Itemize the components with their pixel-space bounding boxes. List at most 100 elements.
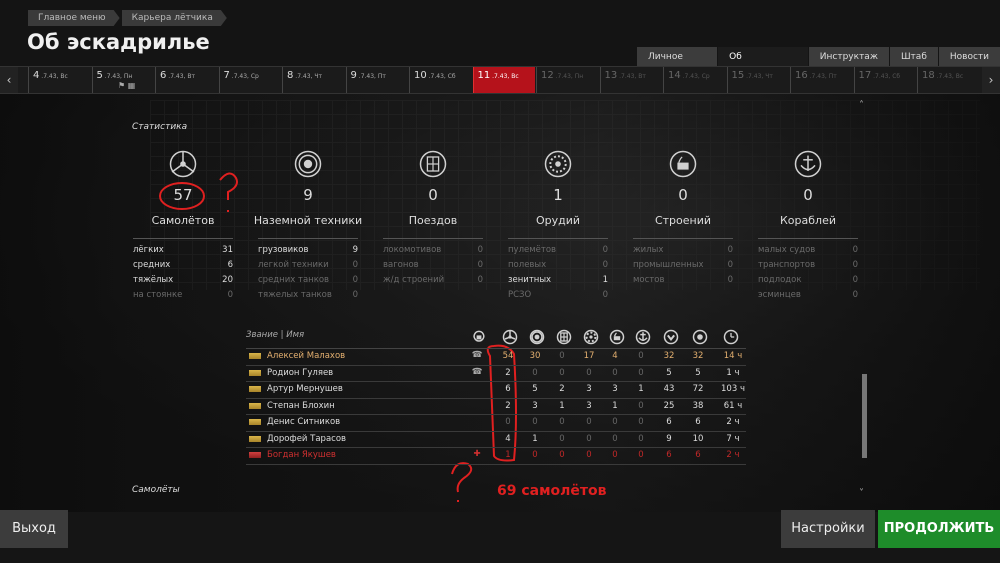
stat-breakdown-row: средних танков 0 — [258, 273, 358, 288]
timeline-day-16[interactable]: 16 .7.43, Пт — [790, 67, 852, 93]
scroll-up-icon[interactable]: ˄ — [859, 100, 864, 111]
breakdown-value: 0 — [352, 275, 358, 285]
stat-breakdown-row: промышленных 0 — [633, 258, 733, 273]
breakdown-value: 0 — [727, 275, 733, 285]
train-icon — [419, 150, 447, 178]
roster-cell: 5 — [666, 367, 672, 378]
breakdown-value: 0 — [852, 290, 858, 300]
roster-cell: 2 ч — [726, 417, 740, 427]
stat-block-ship: 0 Кораблей — [748, 150, 868, 227]
stat-breakdown-row: вагонов 0 — [383, 258, 483, 273]
clock-icon[interactable] — [723, 329, 739, 345]
scrollbar-thumb[interactable] — [862, 374, 867, 458]
timeline-day-number: 10 — [414, 70, 427, 81]
roster-cell: 3 — [532, 400, 538, 411]
stat-breakdown-row: тяжелых танков 0 — [258, 288, 358, 303]
roster-cell: 0 — [532, 450, 538, 460]
timeline-day-9[interactable]: 9 .7.43, Пт — [345, 67, 408, 93]
settings-button[interactable]: Настройки — [781, 510, 875, 548]
tab-briefing[interactable]: Инструктаж — [808, 47, 889, 67]
roster-row[interactable]: Родион Гуляев ☎ 2 0 0 0 0 0 5 5 1 ч — [246, 366, 746, 382]
breakdown-label: средних танков — [258, 275, 330, 285]
roster-row[interactable]: Алексей Малахов ☎ 54 30 0 17 4 0 32 32 14 ч — [246, 349, 746, 366]
tab-hq[interactable]: Штаб — [889, 47, 938, 67]
timeline-left-arrow-icon[interactable]: ‹ — [0, 67, 18, 93]
timeline-day-date: .7.43, Ср — [680, 73, 710, 80]
breakdown-label: тяжёлых — [133, 275, 174, 285]
roster-cell: 0 — [559, 450, 565, 460]
rank-insignia-icon — [249, 386, 261, 392]
roster-cell: 14 ч — [723, 351, 743, 361]
roster-cell: 0 — [586, 417, 592, 427]
commander-icon: ☎ — [471, 366, 483, 377]
stat-value: 0 — [803, 186, 813, 204]
roster-cell: 0 — [532, 367, 538, 378]
tab-personal-file[interactable]: Личное дело — [637, 47, 718, 82]
timeline-day-12[interactable]: 12 .7.43, Пн — [536, 67, 598, 93]
breakdown-value: 0 — [602, 260, 608, 270]
continue-button[interactable]: ПРОДОЛЖИТЬ — [878, 510, 1000, 548]
roster-cell: 2 — [559, 384, 565, 394]
roster-cell: 0 — [559, 367, 565, 378]
timeline-day-date: .7.43, Вс — [39, 73, 68, 80]
ship-icon — [794, 150, 822, 178]
timeline-day-4[interactable]: 4 .7.43, Вс — [28, 67, 90, 93]
breadcrumb-main-menu[interactable]: Главное меню — [28, 10, 120, 26]
roster-cell: 0 — [559, 433, 565, 444]
roster-cell: 1 — [612, 400, 618, 411]
roster-row[interactable]: Дорофей Тарасов 4 1 0 0 0 0 9 10 7 ч — [246, 432, 746, 448]
timeline-day-10[interactable]: 10 .7.43, Сб — [409, 67, 471, 93]
timeline-day-date: .7.43, Сб — [426, 73, 456, 80]
roster-cell: 0 — [638, 417, 644, 427]
stat-block-ground-vehicle: 9 Наземной техники — [248, 150, 368, 227]
timeline-day-13[interactable]: 13 .7.43, Вт — [599, 67, 662, 93]
stat-breakdown-row: ж/д строений 0 — [383, 273, 483, 288]
stat-block-artillery: 1 Орудий — [498, 150, 618, 227]
breakdown-value: 0 — [477, 245, 483, 255]
timeline-right-arrow-icon[interactable]: › — [982, 67, 1000, 93]
roster-row[interactable]: Денис Ситников 0 0 0 0 0 0 6 6 2 ч — [246, 415, 746, 432]
train-icon[interactable] — [556, 329, 572, 345]
plane-icon — [169, 150, 197, 178]
roster-cell: 0 — [559, 417, 565, 427]
breakdown-label: транспортов — [758, 260, 816, 270]
breakdown-value: 0 — [852, 260, 858, 270]
ship-icon[interactable] — [635, 329, 651, 345]
target-icon[interactable] — [692, 329, 708, 345]
building-icon[interactable] — [609, 329, 625, 345]
timeline-day-date: .7.43, Чт — [293, 73, 322, 80]
breakdown-label: мостов — [633, 275, 665, 285]
tab-news[interactable]: Новости — [938, 47, 1000, 67]
timeline-day-6[interactable]: 6 .7.43, Вт — [155, 67, 217, 93]
roster-cell: 7 ч — [726, 433, 740, 444]
timeline-day-14[interactable]: 14 .7.43, Ср — [663, 67, 725, 93]
roster-cell: 0 — [638, 433, 644, 444]
stat-block-building: 0 Строений — [623, 150, 743, 227]
roster-row[interactable]: Степан Блохин 2 3 1 3 1 0 25 38 61 ч — [246, 399, 746, 415]
timeline-day-11[interactable]: 11 .7.43, Вс — [472, 67, 535, 93]
stat-label: Самолётов — [151, 214, 215, 227]
timeline-day-15[interactable]: 15 .7.43, Чт — [726, 67, 789, 93]
roster-cell: 1 — [638, 384, 644, 394]
status-icon[interactable] — [471, 329, 487, 345]
scroll-down-icon[interactable]: ˅ — [859, 488, 864, 499]
timeline-day-8[interactable]: 8 .7.43, Чт — [282, 67, 344, 93]
roster-cell: 0 — [612, 433, 618, 444]
timeline-day-18[interactable]: 18 .7.43, Вс — [917, 67, 979, 93]
breakdown-value: 0 — [852, 245, 858, 255]
sorties-icon[interactable] — [663, 329, 679, 345]
timeline-day-7[interactable]: 7 .7.43, Ср — [218, 67, 281, 93]
roster-cell: 9 — [666, 433, 672, 444]
exit-button[interactable]: Выход — [0, 510, 68, 548]
artillery-icon[interactable] — [583, 329, 599, 345]
roster-row[interactable]: Артур Мернушев 6 5 2 3 3 1 43 72 103 ч — [246, 382, 746, 399]
breadcrumb-pilot-career[interactable]: Карьера лётчика — [122, 10, 227, 26]
timeline-day-17[interactable]: 17 .7.43, Сб — [853, 67, 916, 93]
breakdown-value: 0 — [602, 290, 608, 300]
breakdown-label: зенитных — [508, 275, 552, 285]
roster-row[interactable]: Богдан Якушев ✚ 1 0 0 0 0 0 6 6 2 ч — [246, 448, 746, 465]
ground-vehicle-icon[interactable] — [529, 329, 545, 345]
plane-icon[interactable] — [502, 329, 518, 345]
roster-cell: 30 — [529, 351, 541, 361]
tab-squadron[interactable]: Об эскадрилье — [718, 47, 808, 82]
